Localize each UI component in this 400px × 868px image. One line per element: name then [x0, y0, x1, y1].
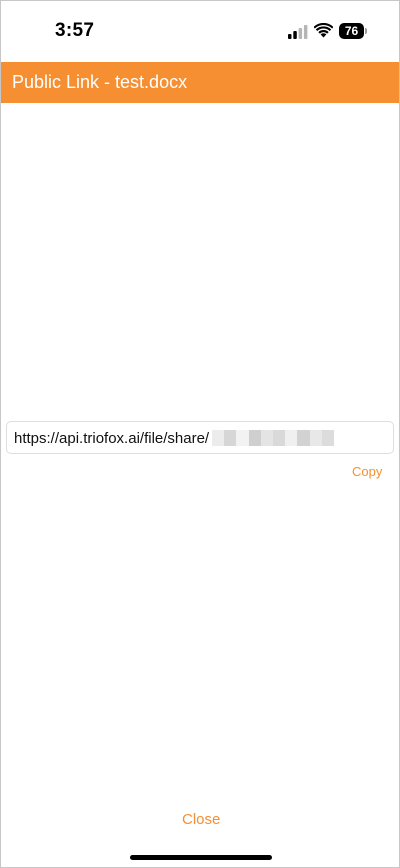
app-screen: 3:57 76 Public Link - test.docx https://…	[0, 0, 400, 868]
public-link-url[interactable]: https://api.triofox.ai/file/share/	[14, 430, 209, 447]
redacted-link-token	[212, 430, 335, 446]
signal-icon	[288, 25, 308, 39]
status-time: 3:57	[55, 20, 95, 41]
page-title: Public Link - test.docx	[12, 72, 188, 92]
header-bar: Public Link - test.docx	[1, 62, 399, 103]
public-link-field[interactable]: https://api.triofox.ai/file/share/	[6, 421, 394, 454]
home-indicator	[130, 855, 272, 860]
wifi-icon	[314, 23, 333, 38]
battery-cap	[365, 28, 367, 34]
copy-button[interactable]: Copy	[352, 464, 382, 479]
close-button[interactable]: Close	[182, 811, 220, 828]
status-bar: 3:57 76	[1, 1, 399, 61]
battery-icon: 76	[339, 23, 369, 39]
battery-level: 76	[339, 23, 364, 39]
